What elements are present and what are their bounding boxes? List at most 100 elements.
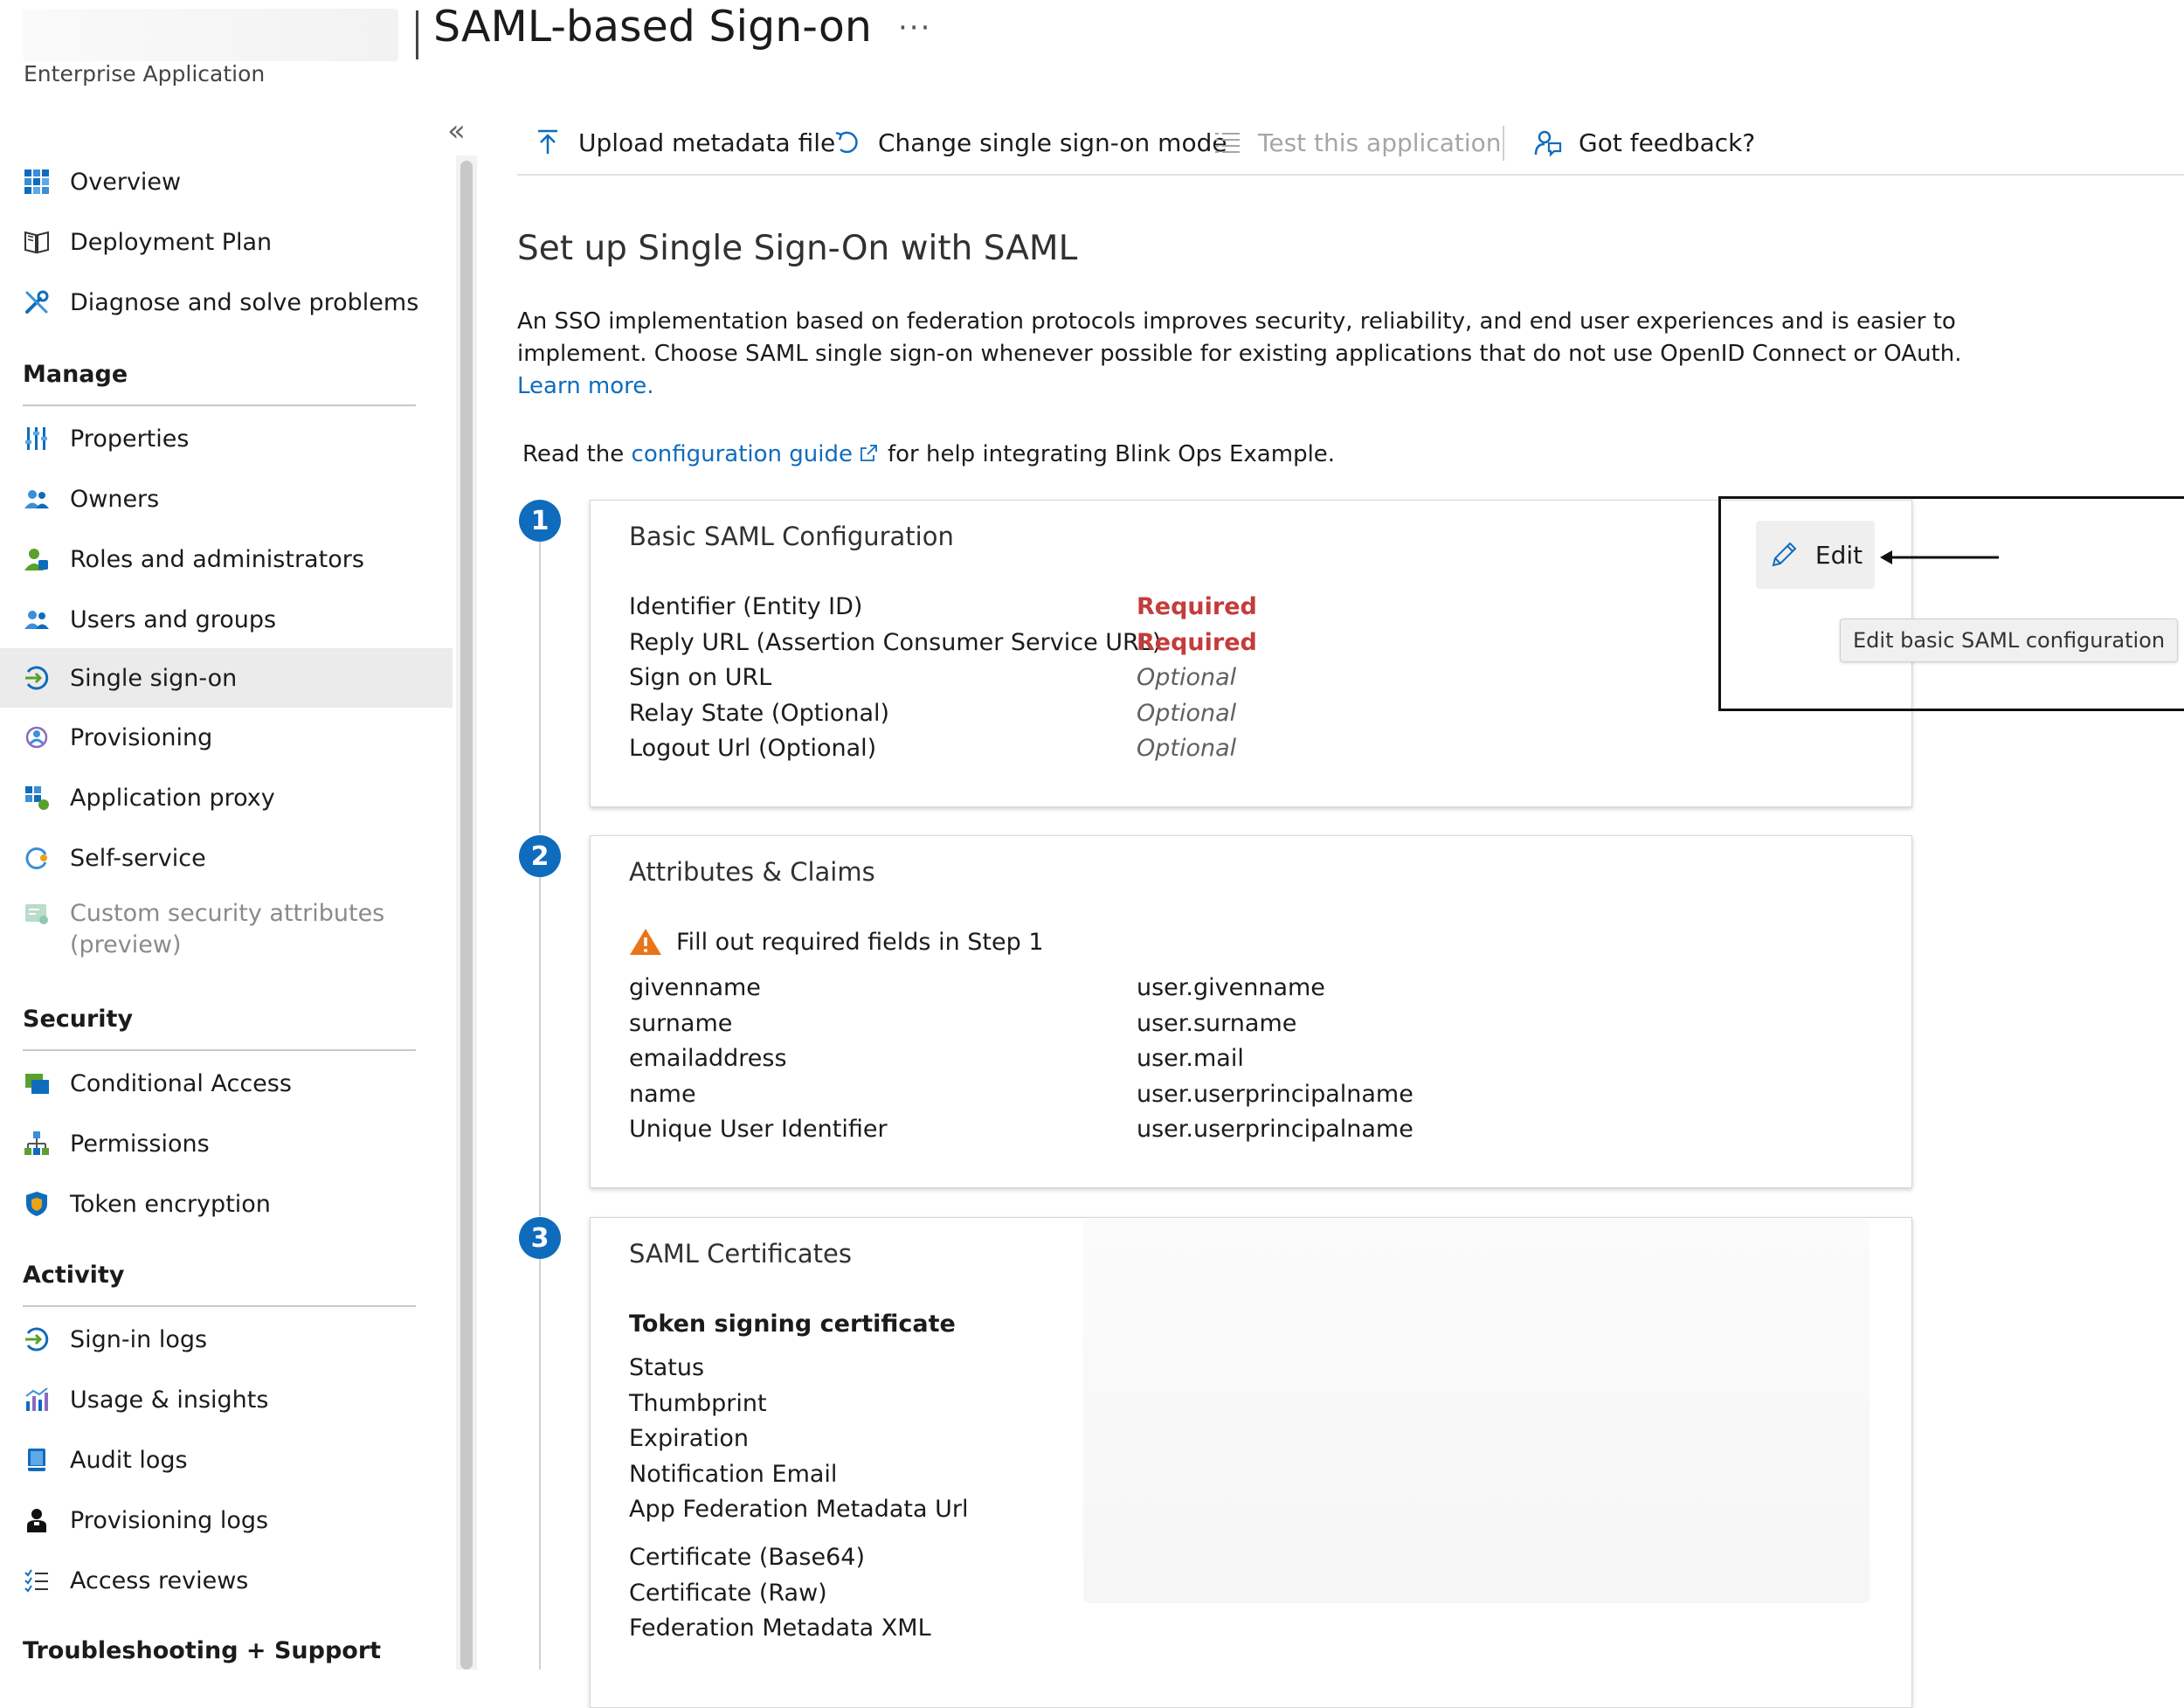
properties-icon <box>23 425 51 453</box>
sidebar-item-label: Self-service <box>70 844 206 872</box>
sidebar-item-overview[interactable]: Overview <box>0 152 453 211</box>
sidebar-item-properties[interactable]: Properties <box>0 409 453 468</box>
change-sso-mode-button[interactable]: Change single sign-on mode <box>833 121 1227 164</box>
toolbar-divider <box>517 174 2184 176</box>
sidebar-item-provisioning[interactable]: Provisioning <box>0 708 453 767</box>
config-field-label: Logout Url (Optional) <box>629 735 877 762</box>
config-field-label: Relay State (Optional) <box>629 700 890 727</box>
sidebar-item-label: Access reviews <box>70 1566 249 1594</box>
app-proxy-icon <box>23 784 51 812</box>
claim-name: Unique User Identifier <box>629 1116 888 1143</box>
page-subtitle: Enterprise Application <box>24 61 266 86</box>
permissions-icon <box>23 1130 51 1158</box>
sidebar-item-conditional-access[interactable]: Conditional Access <box>0 1054 453 1113</box>
section-divider <box>23 405 416 406</box>
more-options-button[interactable]: ··· <box>898 10 931 45</box>
sidebar-item-single-sign-on[interactable]: Single sign-on <box>0 648 453 708</box>
sidebar-item-label: Diagnose and solve problems <box>70 288 419 316</box>
overview-icon <box>23 168 51 196</box>
sidebar-item-self-service[interactable]: Self-service <box>0 828 453 888</box>
section-heading-activity: Activity <box>23 1262 125 1289</box>
claim-name: surname <box>629 1010 733 1037</box>
config-field-label: Reply URL (Assertion Consumer Service UR… <box>629 629 1162 656</box>
step-2-indicator: 2 <box>519 835 561 877</box>
sidebar-item-label: Sign-in logs <box>70 1325 208 1353</box>
title-separator <box>416 10 418 59</box>
sidebar-item-label: Single sign-on <box>70 664 238 692</box>
warning-icon <box>630 929 661 955</box>
sidebar-item-label: Permissions <box>70 1130 210 1158</box>
sidebar-item-diagnose[interactable]: Diagnose and solve problems <box>0 273 453 332</box>
sidebar-item-audit-logs[interactable]: Audit logs <box>0 1430 453 1490</box>
claim-value: user.userprincipalname <box>1137 1116 1413 1143</box>
sidebar-item-token-encryption[interactable]: Token encryption <box>0 1174 453 1234</box>
roles-icon <box>23 545 51 573</box>
sidebar-item-application-proxy[interactable]: Application proxy <box>0 768 453 827</box>
sidebar-item-label: Owners <box>70 485 160 513</box>
claim-name: givenname <box>629 974 761 1001</box>
test-application-button[interactable]: Test this application <box>1213 121 1501 164</box>
sidebar-scrollbar-thumb[interactable] <box>460 161 473 1670</box>
pencil-icon <box>1772 542 1797 567</box>
section-heading-security: Security <box>23 1006 134 1033</box>
sidebar-item-deployment-plan[interactable]: Deployment Plan <box>0 212 453 272</box>
claim-value: user.givenname <box>1137 974 1325 1001</box>
upload-metadata-button[interactable]: Upload metadata file <box>533 121 835 164</box>
certificate-field-label: Certificate (Raw) <box>629 1580 827 1607</box>
self-service-icon <box>23 844 51 872</box>
learn-more-link[interactable]: Learn more. <box>517 373 654 399</box>
app-name-redacted <box>23 9 398 61</box>
config-field-status: Optional <box>1137 700 1237 727</box>
collapse-sidebar-button[interactable]: « <box>447 114 466 149</box>
card-title: Attributes & Claims <box>629 857 875 887</box>
configuration-guide-link[interactable]: configuration guide <box>632 441 853 467</box>
read-guide-text: Read the configuration guide for help int… <box>522 441 1336 467</box>
sidebar-item-owners[interactable]: Owners <box>0 469 453 529</box>
edit-basic-saml-button[interactable]: Edit <box>1756 521 1875 589</box>
audit-logs-icon <box>23 1446 51 1474</box>
config-field-status: Optional <box>1137 664 1237 691</box>
claim-value: user.surname <box>1137 1010 1297 1037</box>
main-heading: Set up Single Sign-On with SAML <box>517 229 1078 268</box>
sidebar-item-label: Provisioning logs <box>70 1506 269 1534</box>
chart-icon <box>23 1386 51 1414</box>
sidebar-item-label: Roles and administrators <box>70 545 364 573</box>
step-3-indicator: 3 <box>519 1217 561 1259</box>
section-heading-troubleshooting: Troubleshooting + Support <box>23 1637 382 1664</box>
step-connector <box>539 1259 541 1670</box>
certificate-field-label: App Federation Metadata Url <box>629 1496 969 1523</box>
intro-description: An SSO implementation based on federatio… <box>517 308 1962 399</box>
sidebar-item-provisioning-logs[interactable]: Provisioning logs <box>0 1490 453 1550</box>
owners-icon <box>23 485 51 513</box>
users-groups-icon <box>23 605 51 633</box>
certificate-field-label: Thumbprint <box>629 1390 767 1417</box>
upload-icon <box>538 129 557 154</box>
sidebar-item-access-reviews[interactable]: Access reviews <box>0 1551 453 1610</box>
sidebar-item-sign-in-logs[interactable]: Sign-in logs <box>0 1310 453 1369</box>
provisioning-icon <box>23 723 51 751</box>
sidebar-item-custom-security-attributes[interactable]: Custom security attributes (preview) <box>0 888 453 966</box>
claim-value: user.userprincipalname <box>1137 1081 1413 1108</box>
claim-name: emailaddress <box>629 1045 787 1072</box>
feedback-button[interactable]: Got feedback? <box>1533 121 1755 164</box>
feedback-icon <box>1534 130 1562 157</box>
sidebar-item-usage-insights[interactable]: Usage & insights <box>0 1370 453 1429</box>
person-icon <box>23 1506 51 1534</box>
basic-saml-configuration-card: Basic SAML Configuration Identifier (Ent… <box>590 500 1912 807</box>
sidebar-item-permissions[interactable]: Permissions <box>0 1114 453 1173</box>
toolbar-separator <box>1503 126 1504 161</box>
card-title: Basic SAML Configuration <box>629 522 954 551</box>
external-link-icon <box>860 445 877 461</box>
attributes-claims-card: Attributes & Claims Fill out required fi… <box>590 835 1912 1188</box>
section-heading-manage: Manage <box>23 361 128 388</box>
edit-label: Edit <box>1814 540 1863 570</box>
step-connector <box>539 877 541 1216</box>
sidebar-item-label: Audit logs <box>70 1446 188 1474</box>
sidebar-item-label: Properties <box>70 425 190 453</box>
signin-logs-icon <box>23 1325 51 1353</box>
token-signing-certificate-heading: Token signing certificate <box>629 1310 956 1338</box>
claim-name: name <box>629 1081 696 1108</box>
sidebar-item-users-groups[interactable]: Users and groups <box>0 590 453 649</box>
sidebar-item-roles[interactable]: Roles and administrators <box>0 529 453 589</box>
claim-value: user.mail <box>1137 1045 1244 1072</box>
